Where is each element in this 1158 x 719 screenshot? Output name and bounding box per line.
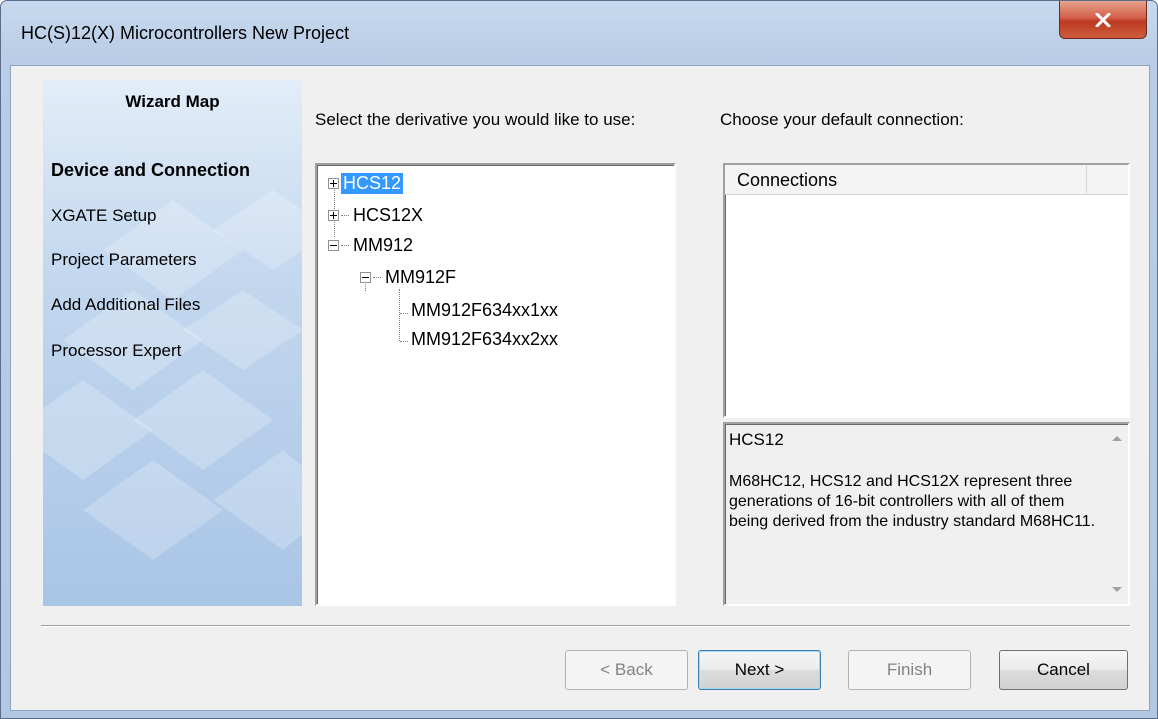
tree-line <box>399 289 400 341</box>
tree-node-mm912f[interactable]: MM912F <box>360 263 458 291</box>
tree-node-hcs12[interactable]: HCS12 <box>328 169 404 197</box>
tree-line <box>400 313 408 314</box>
tree-node-label: HCS12X <box>353 204 424 225</box>
wizard-step-device-and-connection: Device and Connection <box>51 160 251 180</box>
tree-node-label: MM912F634xx1xx <box>411 299 559 320</box>
tree-connector <box>341 214 349 216</box>
tree-connector <box>341 244 349 246</box>
window-title: HC(S)12(X) Microcontrollers New Project <box>21 23 350 43</box>
title-bar[interactable]: HC(S)12(X) Microcontrollers New Project <box>1 1 1157 65</box>
finish-button[interactable]: Finish <box>848 650 971 690</box>
wizard-step-project-parameters: Project Parameters <box>51 250 197 269</box>
collapse-minus-icon[interactable] <box>360 271 371 283</box>
scroll-up-arrow-icon[interactable] <box>1112 436 1122 441</box>
scroll-down-arrow-icon[interactable] <box>1112 587 1122 592</box>
tree-node-label: MM912F <box>385 266 457 287</box>
connections-column-extra[interactable] <box>1087 165 1128 194</box>
description-scrollbar[interactable] <box>1106 424 1128 604</box>
tree-node-mm912f634xx2xx[interactable]: MM912F634xx2xx <box>409 325 560 353</box>
tree-node-label: MM912F634xx2xx <box>411 328 559 349</box>
dialog-client-area: Wizard Map Device and Connection XGATE S… <box>10 65 1150 711</box>
close-button[interactable] <box>1059 1 1147 39</box>
wizard-map-title: Wizard Map <box>125 92 220 111</box>
derivative-label: Select the derivative you would like to … <box>315 110 636 129</box>
footer-separator <box>41 625 1130 627</box>
collapse-minus-icon[interactable] <box>328 239 339 251</box>
tree-node-mm912[interactable]: MM912 <box>328 231 415 259</box>
dialog-window: HC(S)12(X) Microcontrollers New Project <box>0 0 1158 719</box>
derivative-description-box[interactable]: HCS12 M68HC12, HCS12 and HCS12X represen… <box>723 422 1130 606</box>
next-button[interactable]: Next > <box>698 650 821 690</box>
connections-list[interactable]: Connections <box>723 163 1130 418</box>
wizard-step-xgate-setup: XGATE Setup <box>51 206 157 225</box>
tree-line <box>400 341 408 342</box>
description-body: M68HC12, HCS12 and HCS12X represent thre… <box>729 473 1096 530</box>
wizard-step-add-additional-files: Add Additional Files <box>51 295 201 314</box>
tree-node-hcs12x[interactable]: HCS12X <box>328 201 425 229</box>
close-x-icon <box>1095 12 1111 27</box>
cancel-button[interactable]: Cancel <box>999 650 1128 690</box>
description-title: HCS12 <box>729 430 784 449</box>
tree-node-label: MM912 <box>353 234 414 255</box>
wizard-map-panel: Wizard Map Device and Connection XGATE S… <box>43 80 302 606</box>
tree-connector <box>373 276 381 278</box>
wizard-step-processor-expert: Processor Expert <box>51 341 182 360</box>
connection-label: Choose your default connection: <box>720 110 964 129</box>
back-button[interactable]: < Back <box>565 650 688 690</box>
connections-header: Connections <box>725 165 1128 195</box>
tree-node-label: HCS12 <box>341 172 404 194</box>
expand-plus-icon[interactable] <box>328 177 339 189</box>
expand-plus-icon[interactable] <box>328 209 339 221</box>
derivative-tree[interactable]: HCS12 HCS12X MM912 MM912F MM912F634xx1xx <box>315 163 676 606</box>
tree-node-mm912f634xx1xx[interactable]: MM912F634xx1xx <box>409 296 560 324</box>
connections-column-header[interactable]: Connections <box>725 165 1087 194</box>
